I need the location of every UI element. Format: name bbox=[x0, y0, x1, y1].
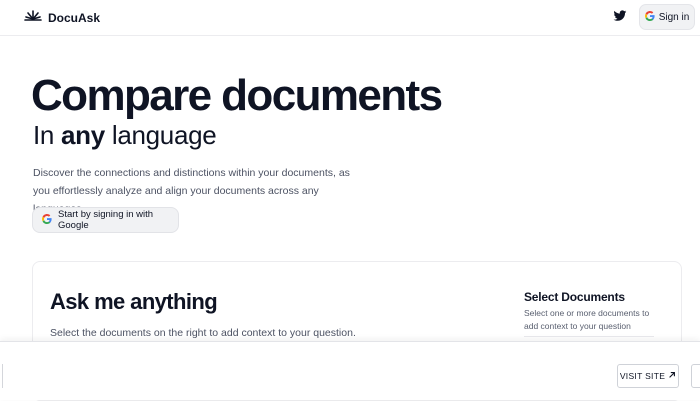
google-icon bbox=[42, 213, 52, 227]
hero-subtitle-emphasis: any bbox=[61, 120, 105, 150]
brand-logo-icon bbox=[24, 8, 42, 27]
google-icon bbox=[644, 10, 655, 24]
divider bbox=[524, 336, 654, 337]
arrow-up-right-icon bbox=[668, 371, 676, 381]
brand-name: DocuAsk bbox=[48, 10, 101, 25]
hero-subtitle-suffix: language bbox=[104, 120, 217, 150]
brand[interactable]: DocuAsk bbox=[24, 8, 100, 27]
chat-title: Ask me anything bbox=[50, 289, 218, 314]
twitter-icon[interactable] bbox=[613, 9, 627, 23]
documents-panel-title: Select Documents bbox=[524, 290, 625, 304]
sign-in-label: Sign in bbox=[658, 11, 690, 23]
right-edge-button[interactable] bbox=[691, 364, 700, 388]
visit-site-button[interactable]: VISIT SITE bbox=[617, 364, 679, 388]
documents-panel-description: Select one or more documents to add cont… bbox=[524, 308, 650, 331]
hero-title: Compare documents bbox=[31, 71, 443, 120]
google-signin-label: Start by signing in with Google bbox=[58, 209, 154, 231]
hero-subtitle-prefix: In bbox=[33, 120, 62, 150]
visit-site-label: VISIT SITE bbox=[619, 371, 666, 381]
google-signin-button[interactable]: Start by signing in with Google bbox=[32, 207, 179, 233]
hero-subtitle: In any language bbox=[33, 118, 217, 152]
left-edge-button[interactable] bbox=[0, 364, 3, 388]
top-navbar: DocuAsk Sign in bbox=[0, 0, 700, 36]
chat-description: Select the documents on the right to add… bbox=[50, 327, 356, 339]
sign-in-button[interactable]: Sign in bbox=[639, 4, 695, 30]
bottom-bar: VISIT SITE bbox=[0, 341, 700, 400]
